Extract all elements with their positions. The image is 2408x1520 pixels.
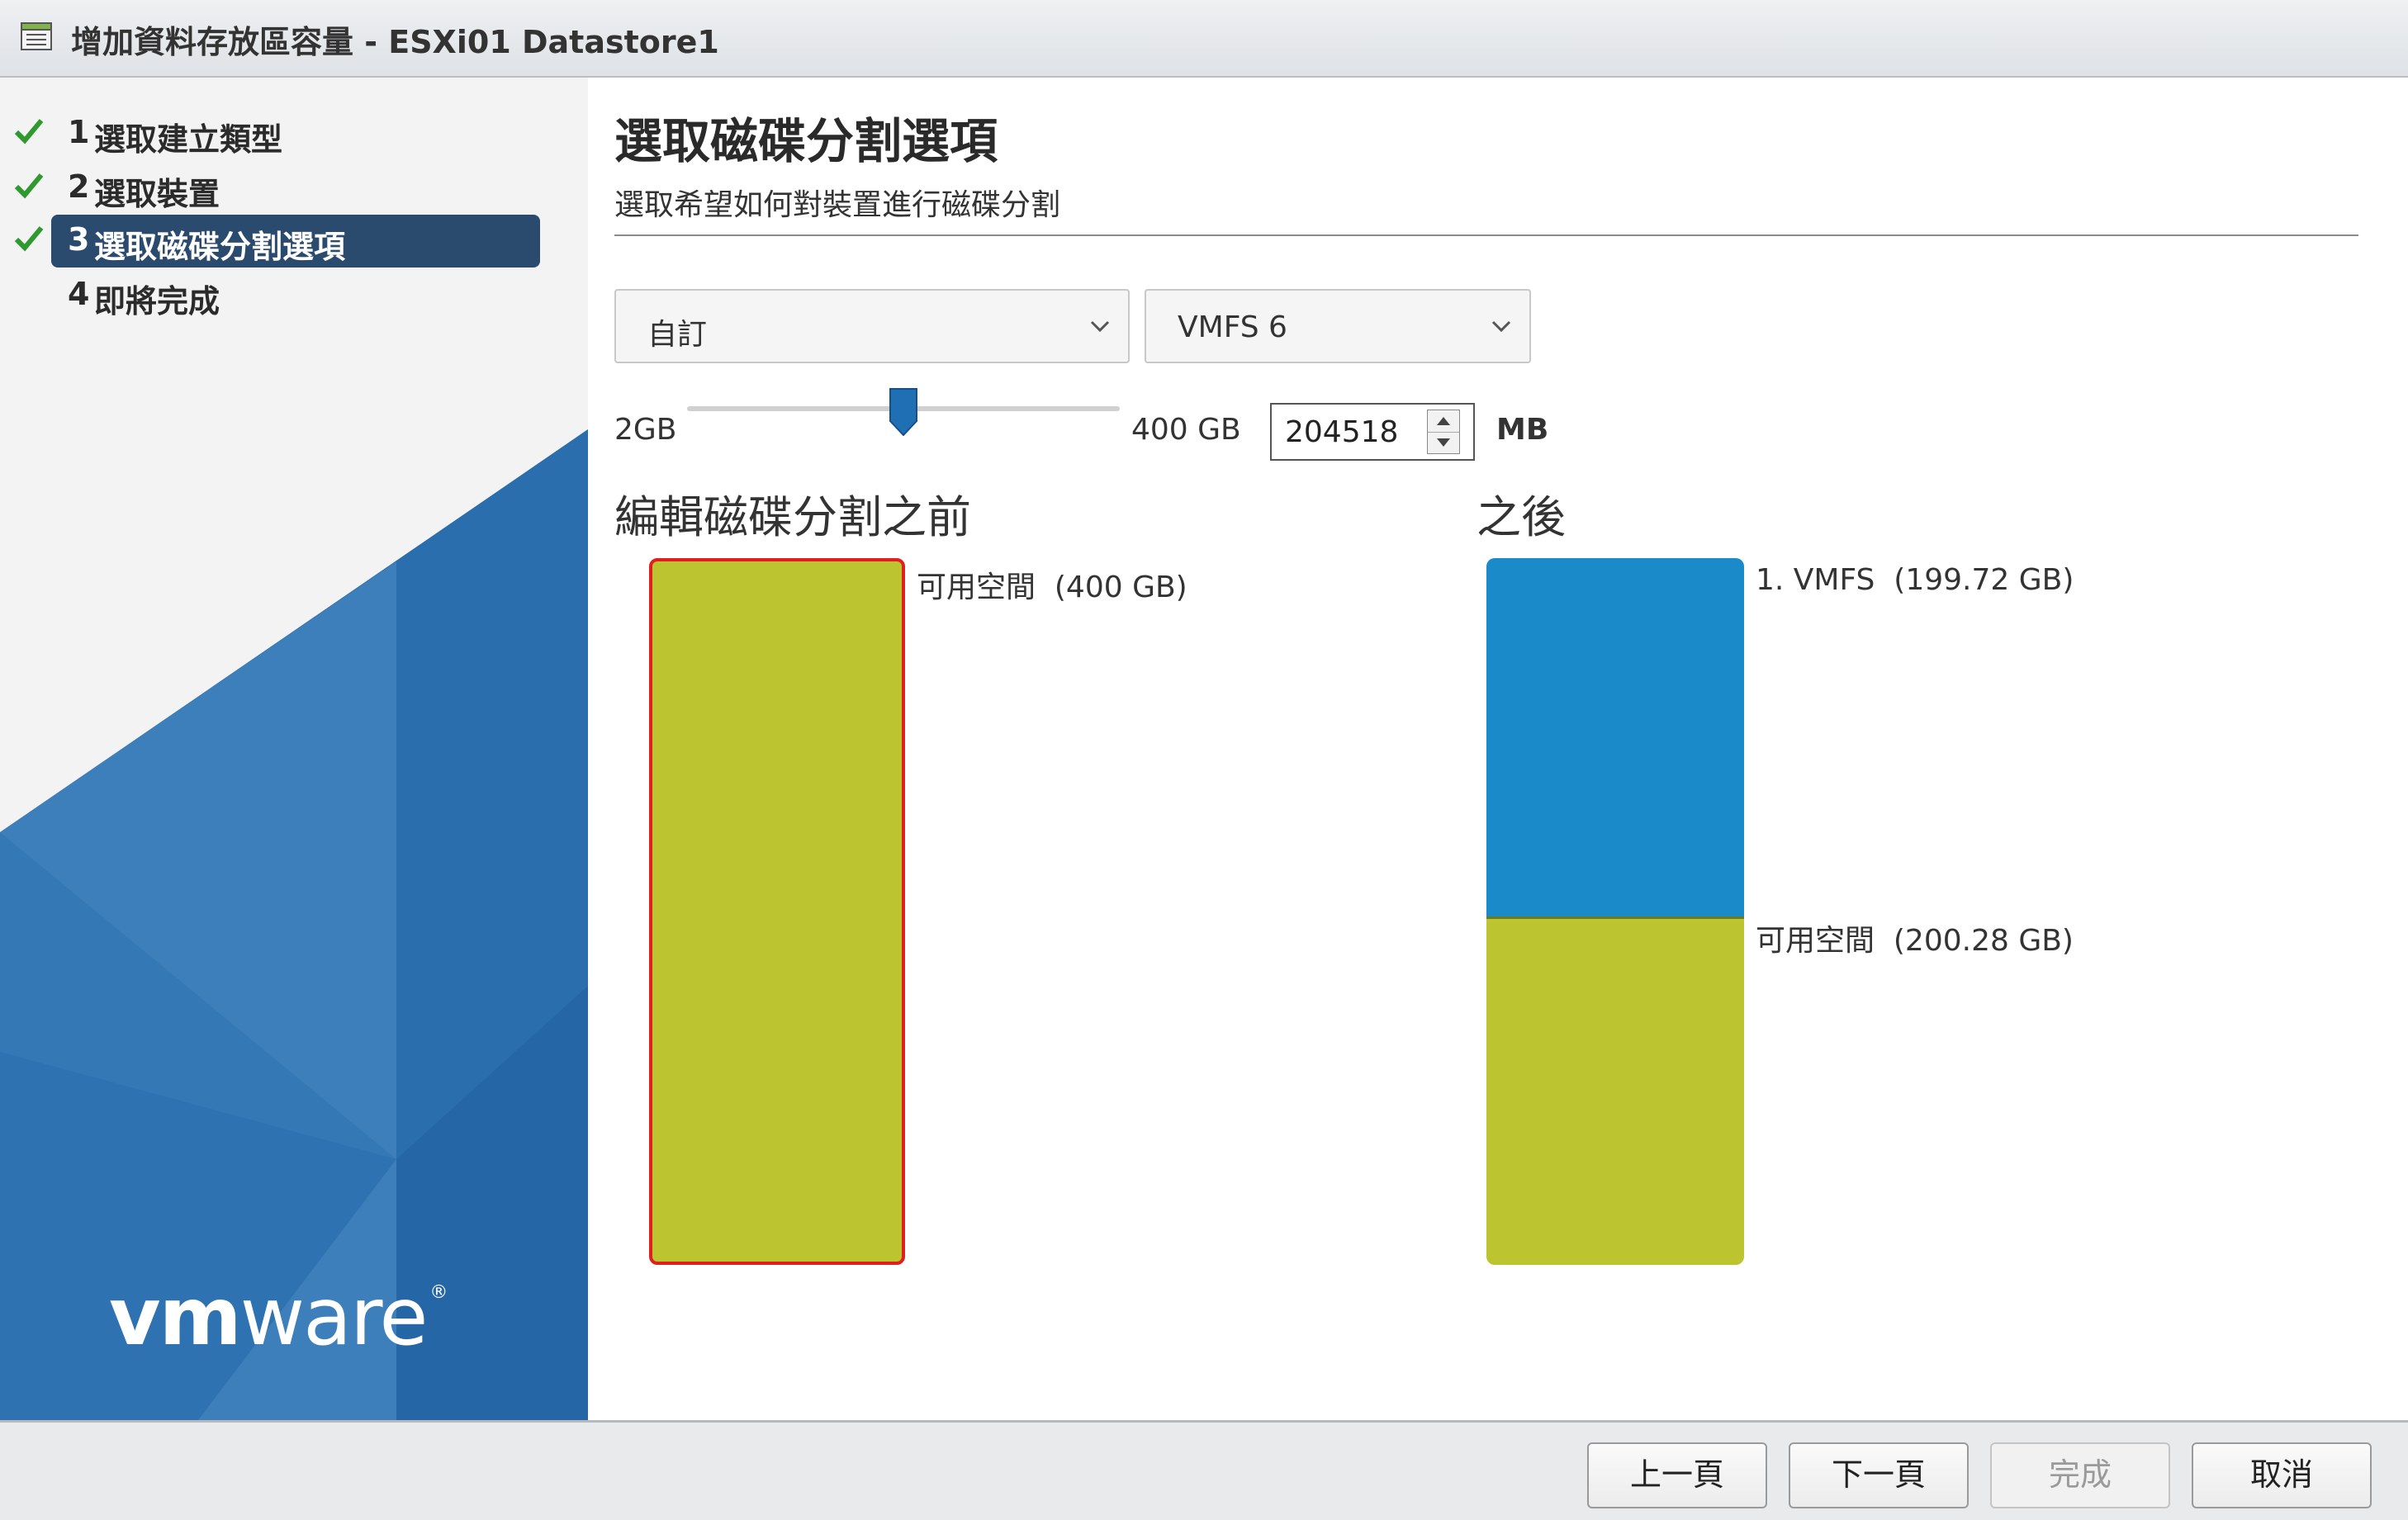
filesystem-version-value: VMFS 6 [1178, 310, 1287, 344]
stepper-down-icon[interactable] [1428, 432, 1459, 453]
slider-max-label: 400 GB [1131, 413, 1241, 447]
after-partition-heading: 之後 [1477, 491, 1566, 543]
after-free-space-label: 可用空間 (200.28 GB) [1756, 924, 2074, 958]
size-unit-label: MB [1496, 413, 1549, 447]
wizard-button-bar: 上一頁 下一頁 完成 取消 [0, 1420, 2408, 1520]
window-title: 增加資料存放區容量 - ESXi01 Datastore1 [71, 24, 719, 60]
partition-layout-value: 自訂 [647, 318, 708, 352]
vmware-logo: vmware ® [109, 1271, 448, 1363]
wizard-step-number: 1 [68, 114, 90, 150]
divider [614, 234, 2358, 236]
wizard-step-label: 即將完成 [94, 283, 220, 320]
wizard-content: 選取磁碟分割選項 選取希望如何對裝置進行磁碟分割 自訂 VMFS 6 2GB 4… [588, 78, 2408, 1420]
slider-min-label: 2GB [614, 413, 677, 447]
wizard-step-number: 4 [68, 276, 90, 312]
datastore-icon [21, 22, 52, 50]
wizard-step-number: 2 [68, 168, 90, 205]
wizard-step-label: 選取建立類型 [94, 121, 283, 158]
finish-button[interactable]: 完成 [1990, 1442, 2170, 1508]
checkmark-icon [14, 226, 44, 252]
wizard-step-ready-to-complete[interactable]: 4 即將完成 [0, 269, 588, 322]
checkmark-icon [14, 173, 44, 199]
before-partition-heading: 編輯磁碟分割之前 [614, 491, 971, 543]
wizard-step-select-device[interactable]: 2 選取裝置 [0, 162, 588, 215]
size-slider-handle[interactable] [889, 388, 917, 436]
after-vmfs-segment[interactable] [1486, 558, 1744, 916]
next-button[interactable]: 下一頁 [1789, 1442, 1969, 1508]
cancel-button[interactable]: 取消 [2192, 1442, 2372, 1508]
filesystem-version-select[interactable]: VMFS 6 [1145, 289, 1531, 363]
before-free-space-label: 可用空間 (400 GB) [917, 571, 1187, 604]
checkmark-icon [14, 119, 44, 144]
wizard-step-label: 選取裝置 [94, 176, 220, 212]
after-free-space-segment[interactable] [1486, 916, 1744, 1265]
back-button[interactable]: 上一頁 [1587, 1442, 1767, 1508]
wizard-sidebar: 1 選取建立類型 2 選取裝置 3 選取磁碟分割選項 4 即將完成 vmware… [0, 78, 588, 1420]
stepper-up-icon[interactable] [1428, 410, 1459, 433]
wizard-step-label: 選取磁碟分割選項 [94, 229, 346, 265]
size-input-value[interactable]: 204518 [1285, 415, 1398, 449]
title-bar: 增加資料存放區容量 - ESXi01 Datastore1 [0, 0, 2408, 78]
wizard-step-number: 3 [68, 221, 90, 258]
size-input[interactable]: 204518 [1270, 403, 1475, 461]
chevron-down-icon [1090, 320, 1110, 333]
size-stepper [1427, 410, 1460, 454]
wizard-step-partition-options[interactable]: 3 選取磁碟分割選項 [0, 215, 588, 268]
wizard-step-select-type[interactable]: 1 選取建立類型 [0, 107, 588, 160]
page-subtitle: 選取希望如何對裝置進行磁碟分割 [614, 188, 1061, 222]
page-title: 選取磁碟分割選項 [614, 113, 998, 169]
chevron-down-icon [1491, 320, 1511, 333]
after-vmfs-label: 1. VMFS (199.72 GB) [1756, 563, 2074, 597]
before-free-space-segment[interactable] [649, 558, 905, 1265]
partition-layout-select[interactable]: 自訂 [614, 289, 1130, 363]
